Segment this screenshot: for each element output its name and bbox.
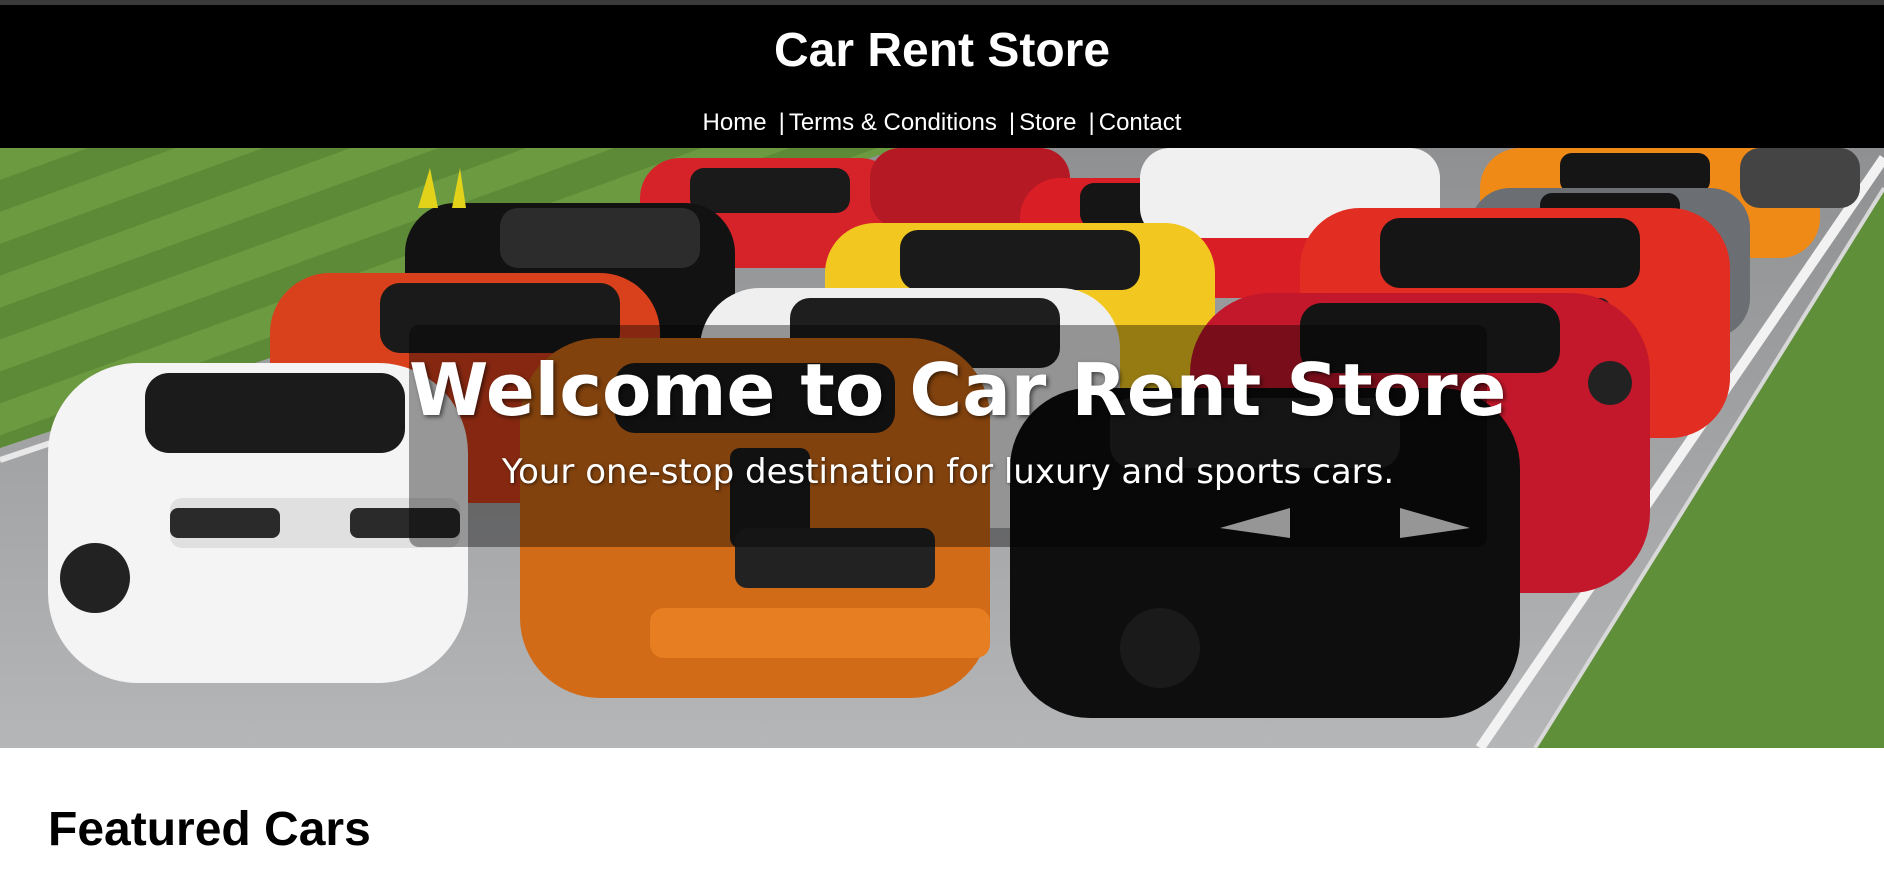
- hero-subtitle: Your one-stop destination for luxury and…: [501, 452, 1395, 492]
- nav-separator: |: [778, 109, 785, 136]
- site-header: Car Rent Store Home | Terms & Conditions | S…: [0, 5, 1884, 148]
- hero-banner: Welcome to Car Rent Store Your one-stop …: [0, 148, 1884, 748]
- nav-separator: |: [1088, 109, 1095, 136]
- site-title: Car Rent Store: [773, 24, 1111, 77]
- main-nav: Home | Terms & Conditions | Store | Contact: [0, 105, 1884, 141]
- hero-title: Welcome to Car Rent Store: [409, 348, 1507, 432]
- nav-link-terms[interactable]: Terms & Conditions: [789, 109, 997, 136]
- nav-link-contact[interactable]: Contact: [1099, 109, 1182, 136]
- featured-cars-heading: Featured Cars: [48, 803, 371, 856]
- nav-link-home[interactable]: Home: [703, 109, 767, 136]
- nav-link-store[interactable]: Store: [1019, 109, 1076, 136]
- hero-text-overlay: Welcome to Car Rent Store Your one-stop …: [409, 325, 1507, 547]
- nav-separator: |: [1008, 109, 1016, 136]
